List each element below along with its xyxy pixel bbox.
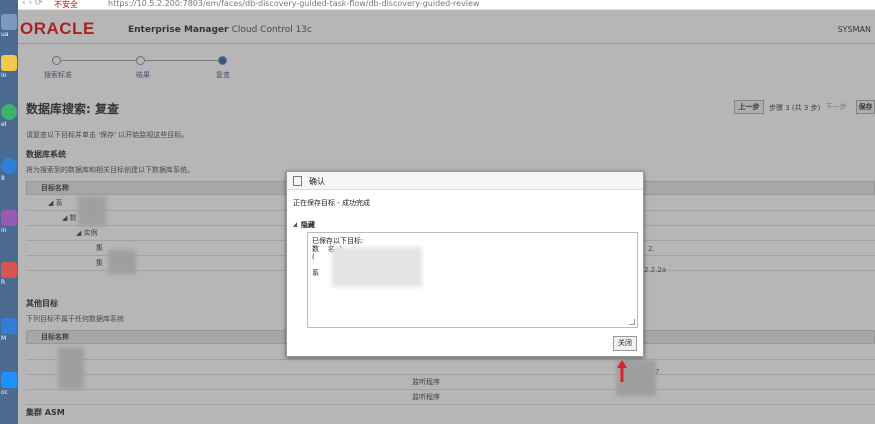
app-icon[interactable] — [1, 262, 17, 278]
dialog-message: 正在保存目标 - 成功完成 — [293, 199, 370, 207]
desktop-icon-label: M — [1, 335, 7, 342]
browser-nav-icons[interactable]: ‹ › ⟳ — [22, 0, 42, 8]
desktop-icon-label: ua — [1, 31, 9, 38]
dialog-title-bar[interactable]: 确认 — [287, 172, 643, 190]
desktop-icon-label: oc — [1, 389, 8, 396]
collapse-triangle-icon[interactable] — [293, 222, 297, 227]
desktop-app-icon[interactable] — [1, 14, 17, 30]
dialog-title: 确认 — [309, 177, 325, 186]
redacted-block — [332, 247, 422, 287]
resize-handle-icon[interactable] — [629, 319, 635, 325]
confirm-dialog: 确认 正在保存目标 - 成功完成 隐藏 已保存以下目标: 数 名 ) ( ) 系… — [286, 171, 644, 357]
desktop-icon-label: in — [1, 72, 7, 79]
url-text[interactable]: https://10.5.2.200:7803/em/faces/db-disc… — [108, 0, 479, 8]
desktop-icon-label: in — [1, 227, 7, 234]
desktop-icon-label: el — [1, 121, 7, 128]
details-toggle[interactable]: 隐藏 — [293, 220, 315, 230]
folder-icon[interactable] — [1, 55, 17, 71]
browser-address-bar[interactable]: ‹ › ⟳ 不安全 https://10.5.2.200:7803/em/fac… — [18, 0, 875, 10]
close-button[interactable]: 关闭 — [613, 336, 637, 351]
security-warning: 不安全 — [54, 0, 78, 9]
desktop-icon-label: R — [1, 279, 6, 286]
details-label: 隐藏 — [301, 221, 315, 229]
document-icon — [293, 176, 302, 186]
ie-icon[interactable] — [1, 372, 17, 388]
details-textarea[interactable]: 已保存以下目标: 数 名 ) ( ) 系 — [307, 232, 638, 328]
chat-icon[interactable] — [1, 104, 17, 120]
app-icon[interactable] — [1, 210, 17, 226]
browser-icon[interactable] — [1, 158, 17, 174]
desktop-icon-label: 8 — [1, 175, 5, 182]
desktop-icon-strip: ua in el 8 in R M oc — [0, 0, 18, 424]
pointer-arrow-icon — [617, 360, 627, 382]
star-icon[interactable] — [1, 318, 17, 334]
